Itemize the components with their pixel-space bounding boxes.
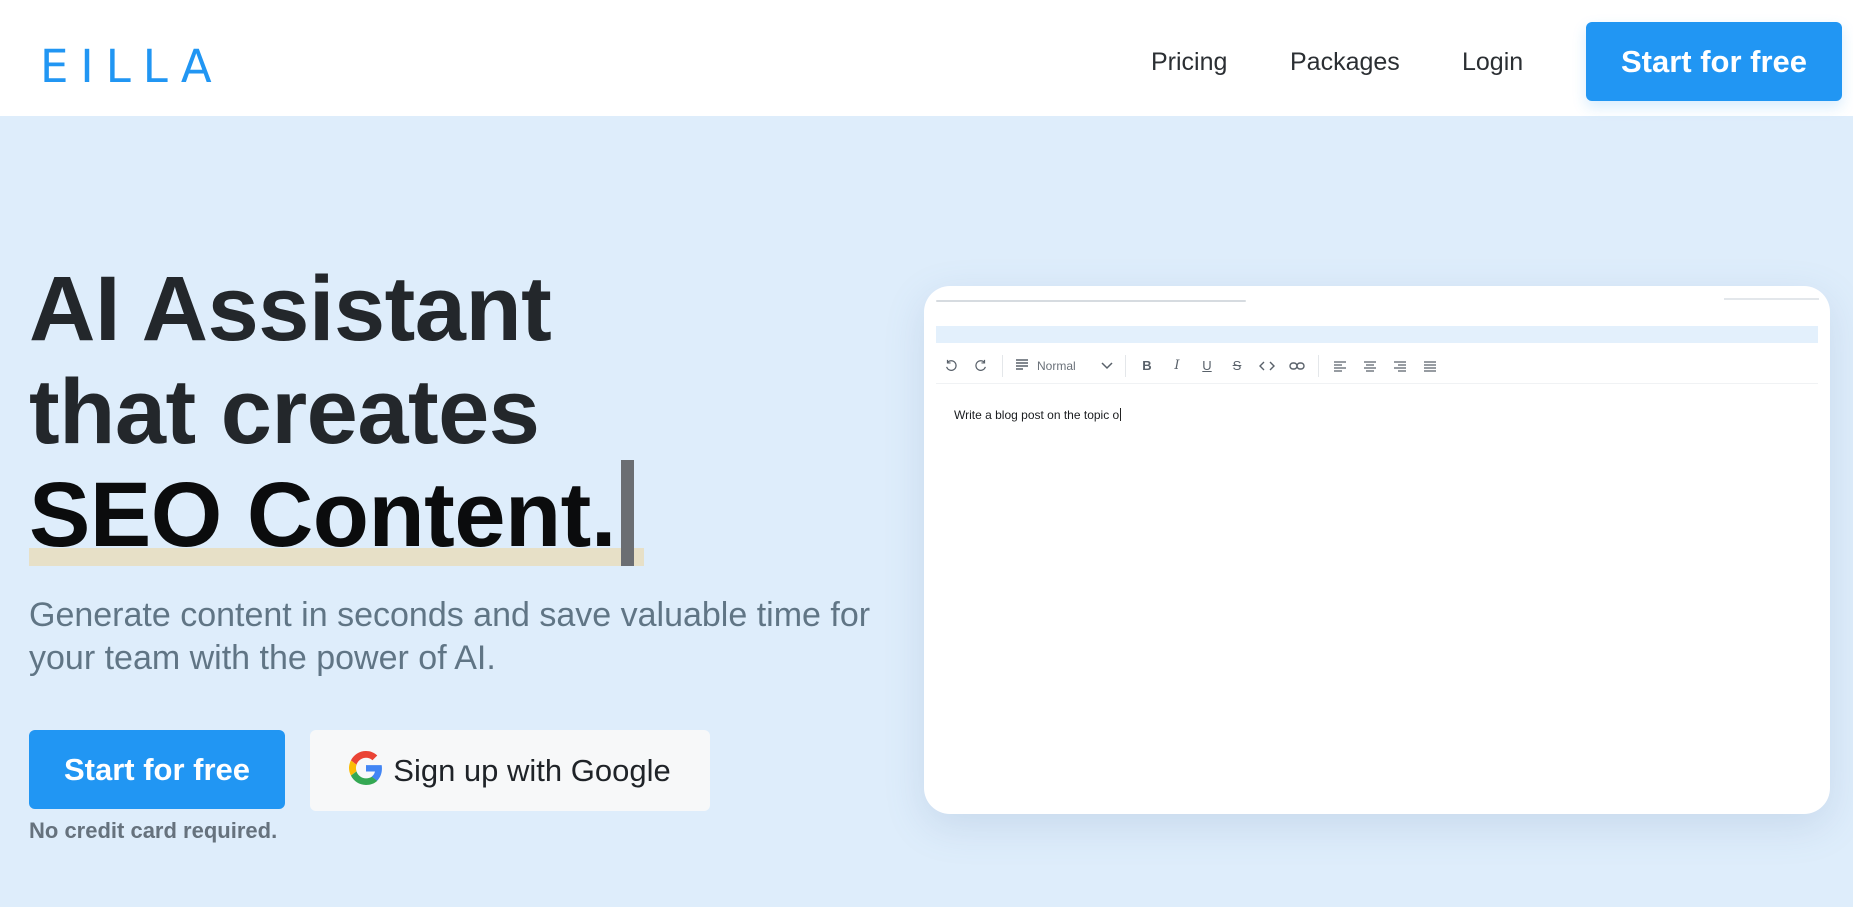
underline-icon[interactable]: U bbox=[1192, 351, 1222, 381]
google-icon bbox=[349, 751, 383, 790]
italic-icon[interactable]: I bbox=[1162, 351, 1192, 381]
align-right-icon[interactable] bbox=[1385, 351, 1415, 381]
align-justify-icon[interactable] bbox=[1415, 351, 1445, 381]
format-select-value: Normal bbox=[1037, 358, 1076, 373]
strikethrough-icon[interactable]: S bbox=[1222, 351, 1252, 381]
editor-toolbar: Normal B I U S bbox=[936, 348, 1818, 384]
editor-caret bbox=[1120, 408, 1122, 421]
start-free-button[interactable]: Start for free bbox=[29, 730, 285, 809]
nav-login[interactable]: Login bbox=[1462, 47, 1523, 77]
headline-line-2: that creates bbox=[29, 361, 540, 463]
link-icon[interactable] bbox=[1282, 351, 1312, 381]
align-center-icon[interactable] bbox=[1355, 351, 1385, 381]
google-signup-label: Sign up with Google bbox=[393, 752, 671, 788]
site-header: EILLA Pricing Packages Login Start for f… bbox=[0, 0, 1853, 116]
undo-icon[interactable] bbox=[936, 351, 966, 381]
format-select[interactable]: Normal bbox=[1009, 352, 1119, 380]
editor-header-strip bbox=[936, 326, 1818, 343]
bold-icon[interactable]: B bbox=[1132, 351, 1162, 381]
align-left-icon[interactable] bbox=[1325, 351, 1355, 381]
nav-packages[interactable]: Packages bbox=[1290, 47, 1400, 77]
editor-preview: Normal B I U S Write a blog post on the … bbox=[924, 286, 1830, 814]
headline-line-3: SEO Content. bbox=[29, 464, 616, 566]
no-credit-card-note: No credit card required. bbox=[29, 818, 278, 843]
editor-top-divider bbox=[936, 300, 1246, 302]
paragraph-icon bbox=[1015, 357, 1029, 375]
editor-top-divider-right bbox=[1724, 298, 1819, 300]
toolbar-divider bbox=[1125, 354, 1126, 377]
redo-icon[interactable] bbox=[966, 351, 996, 381]
typing-cursor bbox=[621, 460, 634, 566]
editor-content-text: Write a blog post on the topic o bbox=[954, 408, 1120, 422]
nav-pricing[interactable]: Pricing bbox=[1151, 47, 1227, 77]
chevron-down-icon bbox=[1101, 357, 1113, 375]
header-start-free-button[interactable]: Start for free bbox=[1586, 22, 1842, 101]
hero-subtext: Generate content in seconds and save val… bbox=[29, 596, 871, 677]
headline-line-1: AI Assistant bbox=[29, 258, 552, 360]
toolbar-divider bbox=[1318, 354, 1319, 377]
editor-content[interactable]: Write a blog post on the topic o bbox=[954, 408, 1122, 422]
toolbar-divider bbox=[1002, 354, 1003, 377]
google-signup-button[interactable]: Sign up with Google bbox=[310, 730, 710, 811]
hero-headline: AI Assistant that creates SEO Content. bbox=[29, 258, 616, 567]
logo[interactable]: EILLA bbox=[40, 44, 224, 89]
code-icon[interactable] bbox=[1252, 351, 1282, 381]
